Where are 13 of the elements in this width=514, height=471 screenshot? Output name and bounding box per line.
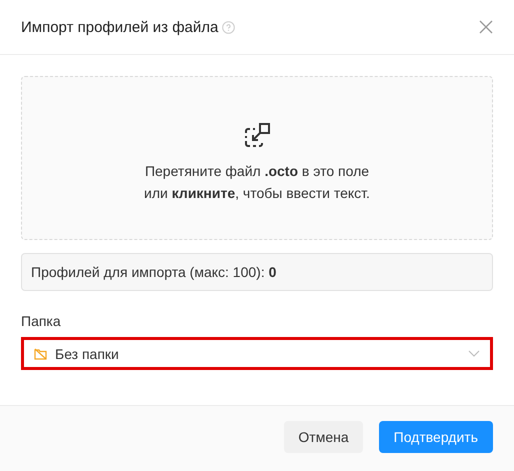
help-icon[interactable] — [222, 20, 236, 34]
cancel-button[interactable]: Отмена — [284, 420, 363, 452]
import-icon — [243, 122, 271, 150]
drop-hint-text: Перетяните файл .octo в это поле — [144, 162, 370, 181]
chevron-down-icon — [468, 350, 480, 357]
dialog-title: Импорт профилей из файла — [21, 18, 218, 36]
folder-select[interactable]: Без папки — [21, 337, 493, 370]
folder-label: Папка — [21, 313, 62, 329]
folder-icon — [34, 348, 47, 360]
profile-count: Профилей для импорта (макс: 100): 0 — [21, 253, 493, 291]
drop-hint-text: или кликните, чтобы ввести текст. — [144, 184, 370, 203]
close-button[interactable] — [479, 20, 493, 34]
drop-zone[interactable]: Перетяните файл .octo в это поле или кликните, чтобы ввести текст. — [21, 76, 493, 240]
